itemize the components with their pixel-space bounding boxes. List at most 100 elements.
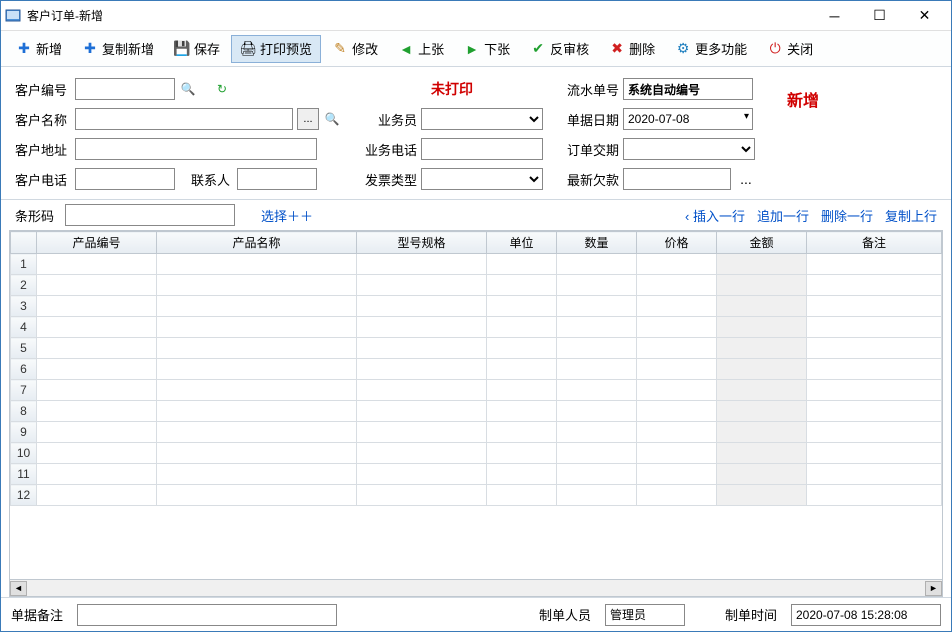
cell[interactable] [37,422,157,443]
contact-input[interactable] [237,168,317,190]
cell[interactable] [487,317,557,338]
scroll-right-arrow[interactable]: ► [925,581,942,596]
cell[interactable] [557,254,637,275]
cell[interactable] [807,275,942,296]
cell[interactable] [157,359,357,380]
cell[interactable] [557,464,637,485]
insert-row-link[interactable]: ‹ 插入一行 [685,206,745,225]
col-header[interactable]: 型号规格 [357,232,487,254]
cell[interactable] [487,275,557,296]
cell[interactable] [357,254,487,275]
maximize-button[interactable]: ☐ [857,2,902,30]
creator-input[interactable] [605,604,685,626]
cell[interactable] [557,422,637,443]
modify-button[interactable]: ✎修改 [323,35,387,63]
cell[interactable] [807,464,942,485]
table-row[interactable]: 12 [11,485,942,506]
minimize-button[interactable]: ─ [812,2,857,30]
cell[interactable] [717,359,807,380]
cell[interactable] [637,338,717,359]
table-row[interactable]: 2 [11,275,942,296]
sales-tel-input[interactable] [421,138,543,160]
customer-no-input[interactable] [75,78,175,100]
cell[interactable] [807,338,942,359]
cell[interactable] [807,401,942,422]
cell[interactable] [157,443,357,464]
invoice-type-select[interactable] [421,168,543,190]
cell[interactable] [717,380,807,401]
cell[interactable] [487,485,557,506]
cell[interactable] [37,401,157,422]
col-header[interactable]: 产品编号 [37,232,157,254]
cell[interactable] [357,380,487,401]
cell[interactable] [557,359,637,380]
cell[interactable] [807,254,942,275]
cell[interactable] [637,359,717,380]
refresh-button[interactable]: ↻ [213,80,231,98]
cell[interactable] [37,359,157,380]
cell[interactable] [37,464,157,485]
cell[interactable] [637,464,717,485]
debt-lookup-button[interactable]: ... [735,168,757,190]
cell[interactable] [37,296,157,317]
cell[interactable] [37,317,157,338]
prev-button[interactable]: ◄上张 [389,35,453,63]
cell[interactable] [717,296,807,317]
col-header[interactable]: 数量 [557,232,637,254]
cell[interactable] [487,380,557,401]
cell[interactable] [157,485,357,506]
cell[interactable] [357,485,487,506]
col-header[interactable]: 金额 [717,232,807,254]
save-button[interactable]: 💾保存 [165,35,229,63]
cell[interactable] [717,464,807,485]
cell[interactable] [807,380,942,401]
cell[interactable] [557,443,637,464]
cell[interactable] [717,485,807,506]
serial-input[interactable] [623,78,753,100]
order-due-select[interactable] [623,138,755,160]
new-button[interactable]: ✚新增 [7,35,71,63]
cell[interactable] [637,317,717,338]
cell[interactable] [357,338,487,359]
cell[interactable] [557,401,637,422]
cell[interactable] [637,380,717,401]
cell[interactable] [357,275,487,296]
cell[interactable] [807,359,942,380]
col-header[interactable]: 产品名称 [157,232,357,254]
barcode-input[interactable] [65,204,235,226]
table-row[interactable]: 9 [11,422,942,443]
cell[interactable] [357,401,487,422]
search-name-button[interactable]: 🔍 [323,110,341,128]
cell[interactable] [807,485,942,506]
cell[interactable] [807,317,942,338]
grid-scroll[interactable]: 产品编号产品名称型号规格单位数量价格金额备注 123456789101112 [9,230,943,580]
latest-debt-input[interactable] [623,168,731,190]
cell[interactable] [717,401,807,422]
table-row[interactable]: 11 [11,464,942,485]
cell[interactable] [717,275,807,296]
customer-tel-input[interactable] [75,168,175,190]
doc-date-input[interactable] [623,108,753,130]
cell[interactable] [637,422,717,443]
unaudit-button[interactable]: ✔反审核 [521,35,598,63]
horizontal-scrollbar[interactable]: ◄ ► [9,580,943,597]
cell[interactable] [157,317,357,338]
table-row[interactable]: 7 [11,380,942,401]
cell[interactable] [717,338,807,359]
table-row[interactable]: 10 [11,443,942,464]
print-preview-button[interactable]: 🖨打印预览 [231,35,321,63]
next-button[interactable]: ►下张 [455,35,519,63]
close-button[interactable]: ✕ [902,2,947,30]
cell[interactable] [157,338,357,359]
cell[interactable] [557,485,637,506]
customer-addr-input[interactable] [75,138,317,160]
table-row[interactable]: 6 [11,359,942,380]
cell[interactable] [557,296,637,317]
cell[interactable] [717,317,807,338]
calendar-dropdown-icon[interactable]: ▾ [744,111,749,122]
cell[interactable] [557,317,637,338]
cell[interactable] [637,254,717,275]
delete-button[interactable]: ✖删除 [600,35,664,63]
table-row[interactable]: 4 [11,317,942,338]
cell[interactable] [807,422,942,443]
